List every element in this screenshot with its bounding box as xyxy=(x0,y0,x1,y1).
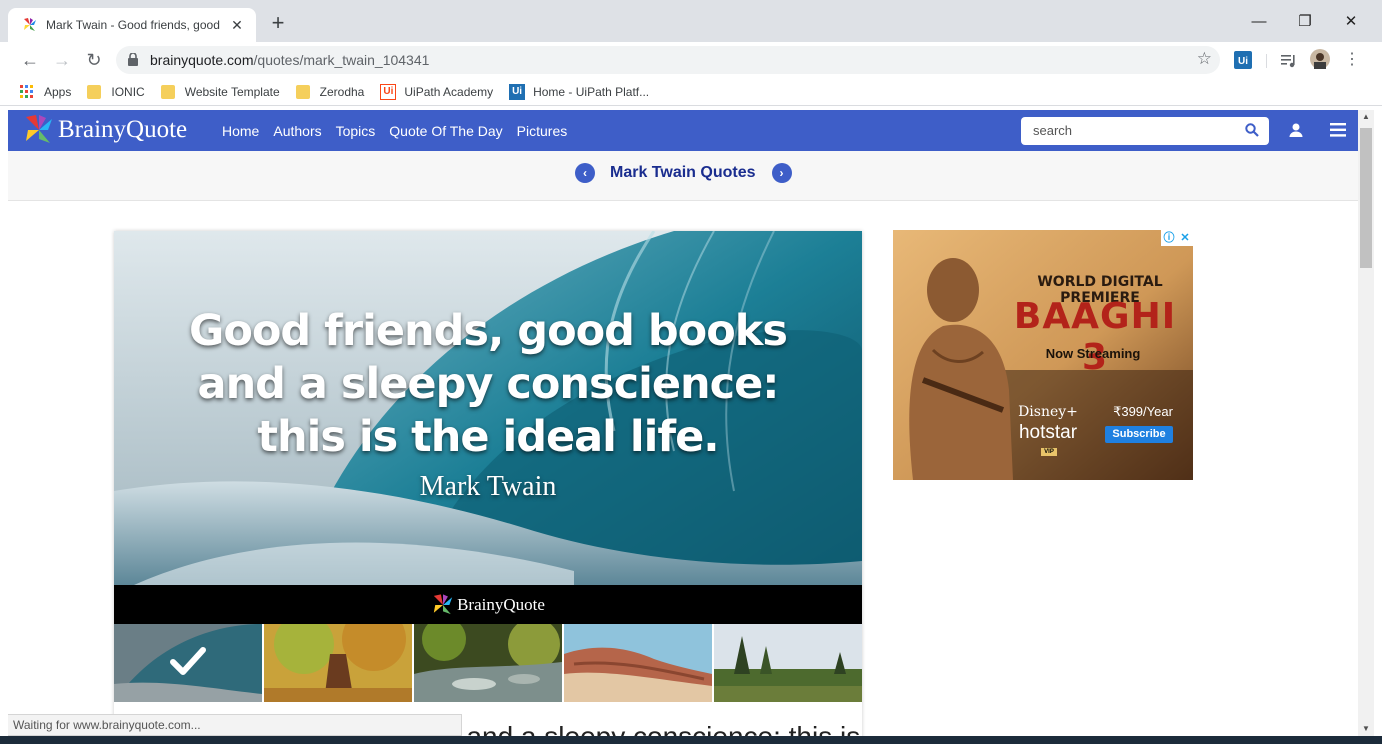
scroll-up-icon[interactable]: ▲ xyxy=(1358,110,1374,124)
tab-close-icon[interactable]: ✕ xyxy=(228,16,246,34)
page-viewport: BrainyQuote Home Authors Topics Quote Of… xyxy=(8,110,1358,744)
brainyquote-pinwheel-icon xyxy=(433,593,453,614)
site-logo[interactable]: BrainyQuote xyxy=(22,113,187,147)
ad-close-icon[interactable]: ✕ xyxy=(1177,230,1193,246)
next-author-icon[interactable]: › xyxy=(771,163,792,183)
nav-home[interactable]: Home xyxy=(222,123,259,139)
bookmark-label: IONIC xyxy=(111,84,145,99)
uipath-extension-icon[interactable]: Ui xyxy=(1234,50,1252,70)
page-scrollbar[interactable]: ▲ ▼ xyxy=(1358,110,1374,736)
bookmark-uipath-platform[interactable]: Ui Home - UiPath Platf... xyxy=(509,83,650,100)
site-search-input[interactable]: search xyxy=(1021,117,1269,145)
address-bar[interactable]: brainyquote.com/quotes/mark_twain_104341… xyxy=(116,46,1220,74)
bookmark-apps[interactable]: Apps xyxy=(20,84,72,99)
nav-authors[interactable]: Authors xyxy=(273,123,321,139)
new-tab-button[interactable]: + xyxy=(266,12,290,36)
profile-avatar[interactable] xyxy=(1310,49,1330,69)
brand-name: BrainyQuote xyxy=(58,116,188,143)
loading-status-bar: Waiting for www.brainyquote.com... xyxy=(8,714,462,736)
brainyquote-favicon-icon xyxy=(24,18,36,31)
minimize-window-icon[interactable]: — xyxy=(1236,8,1282,36)
scroll-down-icon[interactable]: ▼ xyxy=(1358,722,1374,736)
folder-icon xyxy=(295,84,310,99)
browser-menu-icon[interactable]: ⋮ xyxy=(1338,46,1366,74)
site-navbar: BrainyQuote Home Authors Topics Quote Of… xyxy=(8,110,1358,151)
lock-icon xyxy=(128,53,138,66)
author-subbar: ‹ Mark Twain Quotes › xyxy=(8,151,1358,201)
bookmark-label: UiPath Academy xyxy=(404,84,494,99)
folder-icon xyxy=(160,84,175,99)
nav-pictures[interactable]: Pictures xyxy=(517,123,568,139)
ad-brand-bottom: hotstar xyxy=(1018,422,1078,443)
bookmark-ionic[interactable]: IONIC xyxy=(87,84,145,99)
quote-image-author: Mark Twain xyxy=(419,471,557,502)
uipath-icon: Ui xyxy=(509,83,526,100)
quote-picture-card: Good friends, good books and a sleepy co… xyxy=(114,231,862,744)
nav-quote-of-the-day[interactable]: Quote Of The Day xyxy=(389,123,502,139)
ad-title: BAAGHI 3 xyxy=(1013,296,1177,378)
back-icon[interactable]: ← xyxy=(16,46,44,74)
bookmark-website-template[interactable]: Website Template xyxy=(160,84,280,99)
ad-vip-badge: VIP xyxy=(1041,448,1057,456)
background-thumb-meadow[interactable] xyxy=(714,624,862,702)
browser-tab[interactable]: Mark Twain - Good friends, good ✕ xyxy=(8,8,256,42)
bookmark-zerodha[interactable]: Zerodha xyxy=(295,84,365,99)
bookmark-uipath-academy[interactable]: Ui UiPath Academy xyxy=(380,83,494,100)
bookmark-star-icon[interactable]: ☆ xyxy=(1197,49,1212,69)
ad-info-icon[interactable]: ⓘ xyxy=(1161,230,1177,246)
background-thumb-canyon[interactable] xyxy=(564,624,712,702)
background-picker xyxy=(114,624,862,702)
bookmark-label: Home - UiPath Platf... xyxy=(533,84,650,99)
media-queue-icon[interactable] xyxy=(1280,50,1298,70)
forward-icon[interactable]: → xyxy=(48,46,76,74)
brainyquote-pinwheel-icon xyxy=(26,115,52,143)
brand-strip: BrainyQuote xyxy=(114,585,862,624)
uipath-icon: Ui xyxy=(380,83,397,100)
user-icon[interactable] xyxy=(1288,122,1304,138)
reload-icon[interactable]: ↻ xyxy=(80,46,108,74)
ad-price: ₹399/Year xyxy=(1113,404,1173,419)
site-nav: Home Authors Topics Quote Of The Day Pic… xyxy=(222,110,581,151)
apps-grid-icon xyxy=(20,84,33,98)
folder-icon xyxy=(87,84,102,99)
advertisement-banner[interactable]: ⓘ ✕ WORLD DIGITAL PREMIERE BAAGHI 3 Now … xyxy=(893,230,1193,480)
ad-brand-top: Disney+ xyxy=(1018,404,1078,420)
search-placeholder: search xyxy=(1033,123,1073,138)
bookmarks-bar: Apps IONIC Website Template Zerodha Ui U… xyxy=(0,78,1382,106)
search-icon[interactable] xyxy=(1245,123,1259,137)
nav-topics[interactable]: Topics xyxy=(336,123,376,139)
tab-title: Mark Twain - Good friends, good xyxy=(46,18,220,32)
background-thumb-wave[interactable] xyxy=(114,624,262,702)
close-window-icon[interactable]: ✕ xyxy=(1328,8,1374,36)
browser-toolbar: ← → ↻ brainyquote.com/quotes/mark_twain_… xyxy=(0,42,1382,78)
author-page-title[interactable]: Mark Twain Quotes xyxy=(610,164,756,182)
hamburger-menu-icon[interactable] xyxy=(1330,123,1346,137)
background-thumb-tree[interactable] xyxy=(264,624,412,702)
url-text: brainyquote.com/quotes/mark_twain_104341 xyxy=(150,52,430,68)
ad-streaming-text: Now Streaming xyxy=(1045,346,1141,361)
browser-tab-strip: Mark Twain - Good friends, good ✕ + — ❐ … xyxy=(0,0,1382,42)
toolbar-divider xyxy=(1266,54,1267,68)
ad-choices[interactable]: ⓘ ✕ xyxy=(1161,230,1193,246)
bookmark-label: Zerodha xyxy=(319,84,365,99)
scroll-thumb[interactable] xyxy=(1360,128,1372,268)
svg-text:Ui: Ui xyxy=(1238,56,1248,67)
selected-check-icon xyxy=(170,647,206,675)
previous-author-icon[interactable]: ‹ xyxy=(575,163,595,183)
os-taskbar xyxy=(0,736,1382,744)
bookmark-label: Apps xyxy=(44,84,72,99)
restore-window-icon[interactable]: ❐ xyxy=(1282,8,1328,36)
brand-strip-name: BrainyQuote xyxy=(457,594,545,614)
quote-image-text: Good friends, good books and a sleepy co… xyxy=(189,306,788,462)
bookmark-label: Website Template xyxy=(184,84,280,99)
background-thumb-stream[interactable] xyxy=(414,624,562,702)
quote-wave-image: Good friends, good books and a sleepy co… xyxy=(114,231,862,585)
ad-subscribe-button[interactable]: Subscribe xyxy=(1105,426,1173,443)
